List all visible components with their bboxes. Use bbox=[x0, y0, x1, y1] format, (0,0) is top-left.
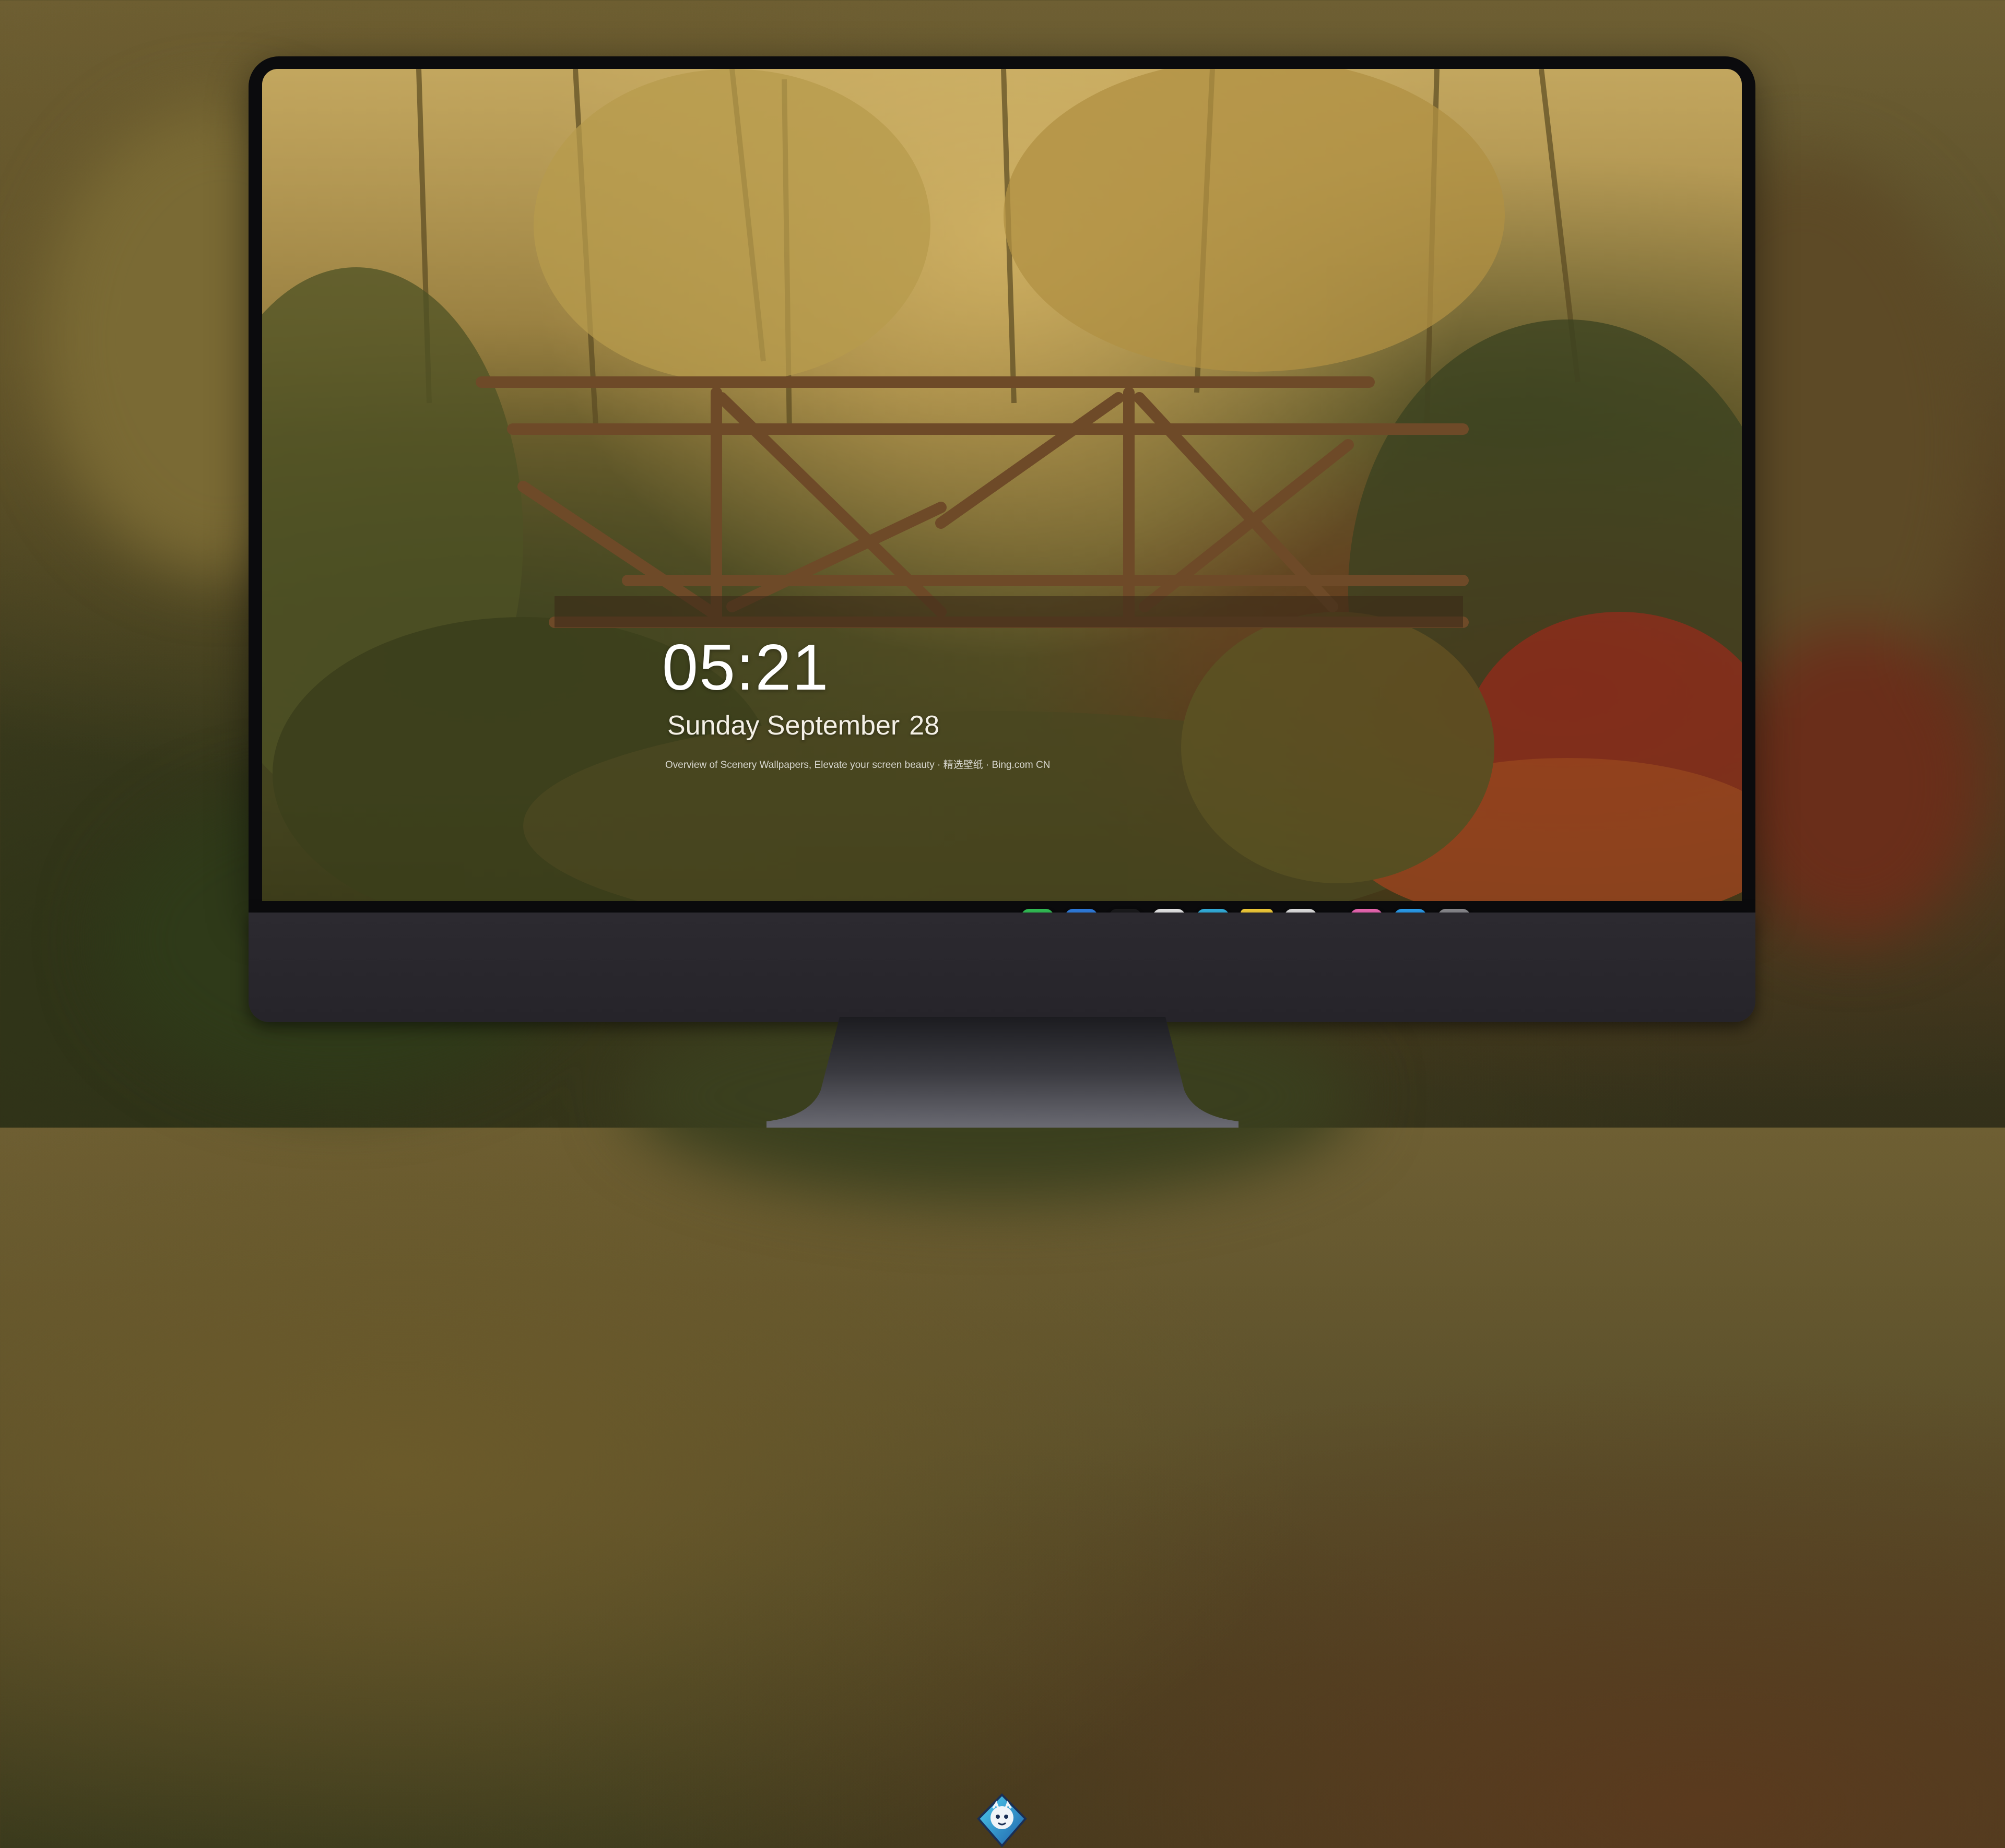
wallpaper-forest-bridge bbox=[262, 69, 1742, 901]
monitor-chin bbox=[249, 913, 1755, 1848]
monitor-bezel: 05:21 Sunday September 28 Overview of Sce… bbox=[249, 56, 1755, 941]
desktop-screen: 05:21 Sunday September 28 Overview of Sce… bbox=[262, 69, 1742, 901]
lock-date-day: 28 bbox=[909, 710, 940, 741]
lock-date: Sunday September 28 bbox=[667, 710, 939, 741]
lock-clock: 05:21 bbox=[662, 632, 830, 704]
dragon-logo-icon bbox=[977, 1793, 1027, 1848]
wallpaper-caption[interactable]: Overview of Scenery Wallpapers, Elevate … bbox=[665, 757, 1050, 771]
monitor: 05:21 Sunday September 28 Overview of Sce… bbox=[249, 56, 1755, 1848]
monitor-stand bbox=[766, 1017, 1239, 1128]
lock-date-weekday-month: Sunday September bbox=[667, 710, 900, 741]
